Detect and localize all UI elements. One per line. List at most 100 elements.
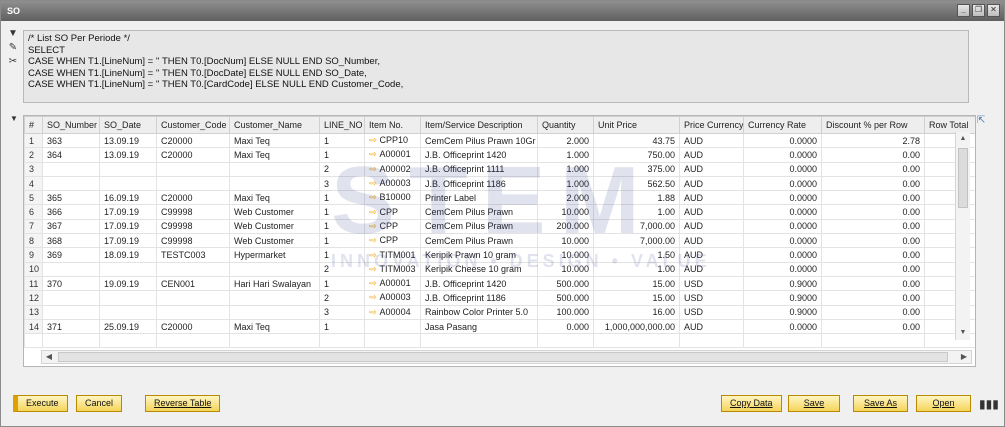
column-header[interactable]: Discount % per Row [821, 116, 925, 134]
restore-icon[interactable]: ❐ [972, 4, 985, 17]
table-cell[interactable]: 7,000.00 [593, 233, 680, 249]
table-cell[interactable]: 0.0000 [743, 247, 822, 263]
table-cell[interactable]: ⇨ A00001 [364, 275, 421, 292]
table-row[interactable]: 1 363 13.09.19 C20000 Maxi Teq 1 ⇨ CPP10 CemCem … [24, 132, 975, 149]
table-cell[interactable]: ⇨ B10000 [364, 190, 421, 206]
column-header[interactable]: Row Total [924, 116, 975, 134]
link-arrow-icon[interactable]: ⇨ [369, 149, 377, 159]
vertical-scroll-thumb[interactable] [958, 148, 968, 208]
table-row[interactable]: 14 371 25.09.19 C20000 Maxi Teq 1 Jasa Pasang 0… [24, 318, 975, 335]
table-cell[interactable]: ⇨ A00003 [364, 175, 421, 192]
table-cell[interactable]: 14 [24, 318, 43, 335]
table-cell[interactable]: 1 [319, 204, 365, 220]
table-cell[interactable]: 17.09.19 [99, 233, 157, 249]
column-header[interactable]: Customer_Name [229, 116, 320, 134]
table-cell[interactable]: 0.00 [821, 175, 925, 192]
table-cell[interactable]: 0.00 [821, 318, 925, 335]
table-cell[interactable] [156, 290, 230, 306]
table-cell[interactable]: 1.50 [593, 247, 680, 263]
table-cell[interactable]: 2.000 [537, 132, 594, 149]
table-cell[interactable] [99, 261, 157, 277]
column-header[interactable]: Customer_Code [156, 116, 230, 134]
link-arrow-icon[interactable]: ⇨ [369, 178, 377, 188]
table-cell[interactable]: 0.00 [821, 275, 925, 292]
table-cell[interactable]: AUD [679, 261, 744, 277]
table-row[interactable]: 11 370 19.09.19 CEN001 Hari Hari Swalayan 1 ⇨ A… [24, 275, 975, 292]
table-cell[interactable]: USD [679, 275, 744, 292]
table-cell[interactable]: 1 [319, 218, 365, 235]
table-cell[interactable]: ⇨ A00002 [364, 161, 421, 177]
save-button[interactable]: Save [788, 395, 840, 412]
table-cell[interactable]: J.B. Officeprint 1420 [420, 147, 538, 163]
save-as-button[interactable]: Save As [853, 395, 908, 412]
table-cell[interactable]: 0.0000 [743, 147, 822, 163]
table-cell[interactable] [229, 290, 320, 306]
table-row[interactable]: 7 367 17.09.19 C99998 Web Customer 1 ⇨ CPP CemCe… [24, 218, 975, 235]
table-cell[interactable]: 0.00 [821, 161, 925, 177]
table-cell[interactable]: 1 [319, 318, 365, 335]
table-cell[interactable]: Keripik Prawn 10 gram [420, 247, 538, 263]
scroll-right-icon[interactable]: ▶ [957, 351, 971, 363]
table-row[interactable]: 3 2 ⇨ A00002 J.B. Officeprint 1111 1.000 375.0… [24, 161, 975, 177]
table-cell[interactable]: C20000 [156, 147, 230, 163]
table-row[interactable]: 2 364 13.09.19 C20000 Maxi Teq 1 ⇨ A00001 J.B. O… [24, 147, 975, 163]
table-cell[interactable]: 0.0000 [743, 190, 822, 206]
table-cell[interactable]: 9 [24, 247, 43, 263]
table-cell[interactable]: Hari Hari Swalayan [229, 275, 320, 292]
link-arrow-icon[interactable]: ⇨ [369, 278, 377, 288]
grid-collapse-icon[interactable]: ▼ [10, 114, 18, 123]
table-cell[interactable]: Rainbow Color Printer 5.0 [420, 304, 538, 320]
table-cell[interactable]: 7,000.00 [593, 218, 680, 235]
table-cell[interactable]: 0.0000 [743, 261, 822, 277]
table-cell[interactable]: 13.09.19 [99, 147, 157, 163]
table-cell[interactable]: ⇨ CPP [364, 233, 421, 249]
table-cell[interactable]: 1 [319, 247, 365, 263]
table-cell[interactable]: USD [679, 290, 744, 306]
table-cell[interactable]: 3 [319, 175, 365, 192]
table-cell[interactable]: CEN001 [156, 275, 230, 292]
table-cell[interactable]: 363 [42, 132, 100, 149]
table-cell[interactable]: ⇨ A00003 [364, 290, 421, 306]
table-cell[interactable]: 366 [42, 204, 100, 220]
minimize-icon[interactable]: _ [957, 4, 970, 17]
link-arrow-icon[interactable]: ⇨ [369, 264, 377, 274]
table-cell[interactable]: 0.0000 [743, 218, 822, 235]
scroll-left-icon[interactable]: ◀ [42, 351, 56, 363]
table-cell[interactable]: J.B. Officeprint 1420 [420, 275, 538, 292]
expand-icon[interactable]: ⇱ [977, 115, 991, 129]
table-cell[interactable] [99, 161, 157, 177]
link-arrow-icon[interactable]: ⇨ [369, 250, 377, 260]
column-header[interactable]: Currency Rate [743, 116, 822, 134]
table-cell[interactable]: 370 [42, 275, 100, 292]
table-cell[interactable]: ⇨ A00004 [364, 304, 421, 320]
table-cell[interactable]: 0.0000 [743, 132, 822, 149]
link-arrow-icon[interactable]: ⇨ [369, 292, 377, 302]
table-cell[interactable]: 0.00 [821, 190, 925, 206]
link-arrow-icon[interactable]: ⇨ [369, 235, 377, 245]
table-cell[interactable]: Web Customer [229, 233, 320, 249]
table-cell[interactable]: 1.000 [537, 175, 594, 192]
table-row[interactable]: 12 2 ⇨ A00003 J.B. Officeprint 1186 500.000 15… [24, 290, 975, 306]
table-cell[interactable]: 1.00 [593, 204, 680, 220]
table-cell[interactable]: 1.000 [537, 161, 594, 177]
table-cell[interactable]: 1,000,000,000.00 [593, 318, 680, 335]
table-cell[interactable]: ⇨ CPP [364, 218, 421, 235]
column-header[interactable]: Price Currency [679, 116, 744, 134]
query-editor[interactable]: /* List SO Per Periode */SELECT CASE WHEN… [23, 30, 969, 103]
table-cell[interactable]: 0.00 [821, 261, 925, 277]
table-cell[interactable]: J.B. Officeprint 1111 [420, 161, 538, 177]
table-cell[interactable]: 375.00 [593, 161, 680, 177]
table-cell[interactable]: 16.09.19 [99, 190, 157, 206]
table-cell[interactable]: 1 [319, 147, 365, 163]
table-cell[interactable]: AUD [679, 147, 744, 163]
table-cell[interactable]: 25.09.19 [99, 318, 157, 335]
table-cell[interactable]: 4 [24, 175, 43, 192]
table-cell[interactable]: 10.000 [537, 261, 594, 277]
table-cell[interactable]: CemCem Pilus Prawn [420, 218, 538, 235]
table-cell[interactable]: AUD [679, 218, 744, 235]
vertical-scrollbar[interactable]: ▲ ▼ [955, 132, 970, 340]
table-cell[interactable]: 0.0000 [743, 318, 822, 335]
scissors-icon[interactable]: ✂ [5, 55, 21, 69]
column-header[interactable]: Item No. [364, 116, 421, 134]
table-cell[interactable]: ⇨ A00001 [364, 147, 421, 163]
